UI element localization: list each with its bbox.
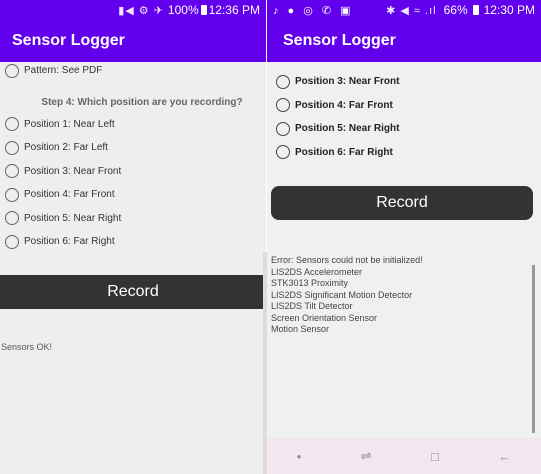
- radio-option-position-3[interactable]: Position 3: Near Front: [267, 70, 541, 94]
- radio-option-position-2[interactable]: Position 2: Far Left: [0, 136, 266, 160]
- radio-option-position-4[interactable]: Position 4: Far Front: [267, 94, 541, 118]
- option-label: Pattern: See PDF: [24, 65, 103, 77]
- battery-percent: 100%: [167, 3, 199, 17]
- option-label: Position 5: Near Right: [295, 123, 400, 135]
- status-bar: ▮◀ ⚙ ✈ 100% 12:36 PM: [0, 0, 266, 20]
- option-label: Position 3: Near Front: [295, 76, 400, 88]
- system-nav-bar: • ⇌ □ ←: [267, 438, 541, 474]
- sensor-line: LIS2DS Tilt Detector: [271, 301, 353, 311]
- sensor-line: Motion Sensor: [271, 324, 330, 334]
- radio-button-icon[interactable]: [5, 234, 19, 249]
- option-label: Position 4: Far Front: [295, 99, 393, 111]
- radio-button-icon[interactable]: [5, 187, 19, 202]
- option-label: Position 3: Near Front: [24, 165, 122, 177]
- status-right-group: ✱ ◀ ≈ .ıl 66% 12:30 PM: [386, 3, 535, 17]
- status-bar: ♪ ● ◎ ✆ ▣ ✱ ◀ ≈ .ıl 66% 12:30 PM: [267, 0, 541, 20]
- error-log: Error: Sensors could not be initialized!…: [271, 255, 533, 336]
- radio-option-position-5[interactable]: Position 5: Near Right: [0, 207, 266, 231]
- radio-option-position-6[interactable]: Position 6: Far Right: [0, 230, 266, 254]
- log-scrollbar[interactable]: [532, 265, 535, 433]
- nav-dot-icon[interactable]: •: [297, 449, 302, 464]
- sensor-line: LIS2DS Accelerometer: [271, 266, 363, 277]
- radio-option-position-5[interactable]: Position 5: Near Right: [267, 117, 541, 141]
- back-icon[interactable]: ←: [498, 449, 511, 464]
- option-label: Position 1: Near Left: [24, 118, 115, 130]
- status-time: 12:30 PM: [483, 3, 535, 17]
- app-title: Sensor Logger: [283, 32, 396, 49]
- home-icon[interactable]: □: [431, 449, 439, 464]
- screenshot-stage: ▮◀ ⚙ ✈ 100% 12:36 PM Sensor Logger Patte…: [0, 0, 541, 474]
- app-bar: Sensor Logger: [267, 20, 541, 62]
- battery-icon: [472, 5, 479, 15]
- right-phone-screen: ♪ ● ◎ ✆ ▣ ✱ ◀ ≈ .ıl 66% 12:30 PM Sensor …: [267, 0, 541, 474]
- options-list: Pattern: See PDF Step 4: Which position …: [0, 59, 266, 254]
- radio-option-position-6[interactable]: Position 6: Far Right: [267, 141, 541, 165]
- signal-icons: ✱ ◀ ≈ .ıl: [386, 4, 437, 17]
- left-phone-screen: ▮◀ ⚙ ✈ 100% 12:36 PM Sensor Logger Patte…: [0, 0, 266, 474]
- record-button[interactable]: Record: [271, 186, 533, 220]
- app-bar: Sensor Logger: [0, 20, 266, 62]
- status-icons: ▮◀ ⚙ ✈: [118, 4, 164, 17]
- radio-button-icon[interactable]: [276, 98, 290, 113]
- radio-option-position-1[interactable]: Position 1: Near Left: [0, 113, 266, 137]
- option-label: Position 2: Far Left: [24, 142, 108, 154]
- recents-icon[interactable]: ⇌: [361, 448, 372, 464]
- option-label: Position 5: Near Right: [24, 212, 122, 224]
- sensor-line: Screen Orientation Sensor: [271, 312, 378, 323]
- record-button[interactable]: Record: [0, 275, 266, 309]
- battery-icon: [200, 5, 207, 15]
- radio-button-icon[interactable]: [5, 63, 19, 78]
- sensor-status-text: Sensors OK!: [1, 342, 53, 352]
- status-time: 12:36 PM: [208, 3, 260, 17]
- radio-button-icon[interactable]: [5, 117, 19, 132]
- option-label: Position 4: Far Front: [24, 189, 115, 201]
- error-message: Error: Sensors could not be initialized!: [271, 255, 423, 265]
- option-label: Position 6: Far Right: [24, 236, 115, 248]
- radio-button-icon[interactable]: [276, 145, 290, 160]
- sensor-line: LIS2DS Significant Motion Detector: [271, 289, 413, 300]
- radio-option-pattern[interactable]: Pattern: See PDF: [0, 59, 266, 83]
- step-label: Step 4: Which position are you recording…: [41, 96, 243, 108]
- record-button-label: Record: [376, 194, 428, 211]
- radio-option-position-4[interactable]: Position 4: Far Front: [0, 183, 266, 207]
- record-button-label: Record: [107, 283, 159, 300]
- option-label: Position 6: Far Right: [295, 146, 393, 158]
- radio-button-icon[interactable]: [276, 121, 290, 136]
- app-title: Sensor Logger: [12, 32, 125, 49]
- sensor-line: STK3013 Proximity: [271, 278, 349, 288]
- options-list: Position 3: Near Front Position 4: Far F…: [267, 70, 541, 164]
- radio-button-icon[interactable]: [276, 74, 290, 89]
- radio-button-icon[interactable]: [5, 211, 19, 226]
- notification-icons: ♪ ● ◎ ✆ ▣: [273, 4, 354, 17]
- radio-button-icon[interactable]: [5, 140, 19, 155]
- radio-button-icon[interactable]: [5, 164, 19, 179]
- battery-percent: 66%: [443, 3, 468, 17]
- radio-option-position-3[interactable]: Position 3: Near Front: [0, 160, 266, 184]
